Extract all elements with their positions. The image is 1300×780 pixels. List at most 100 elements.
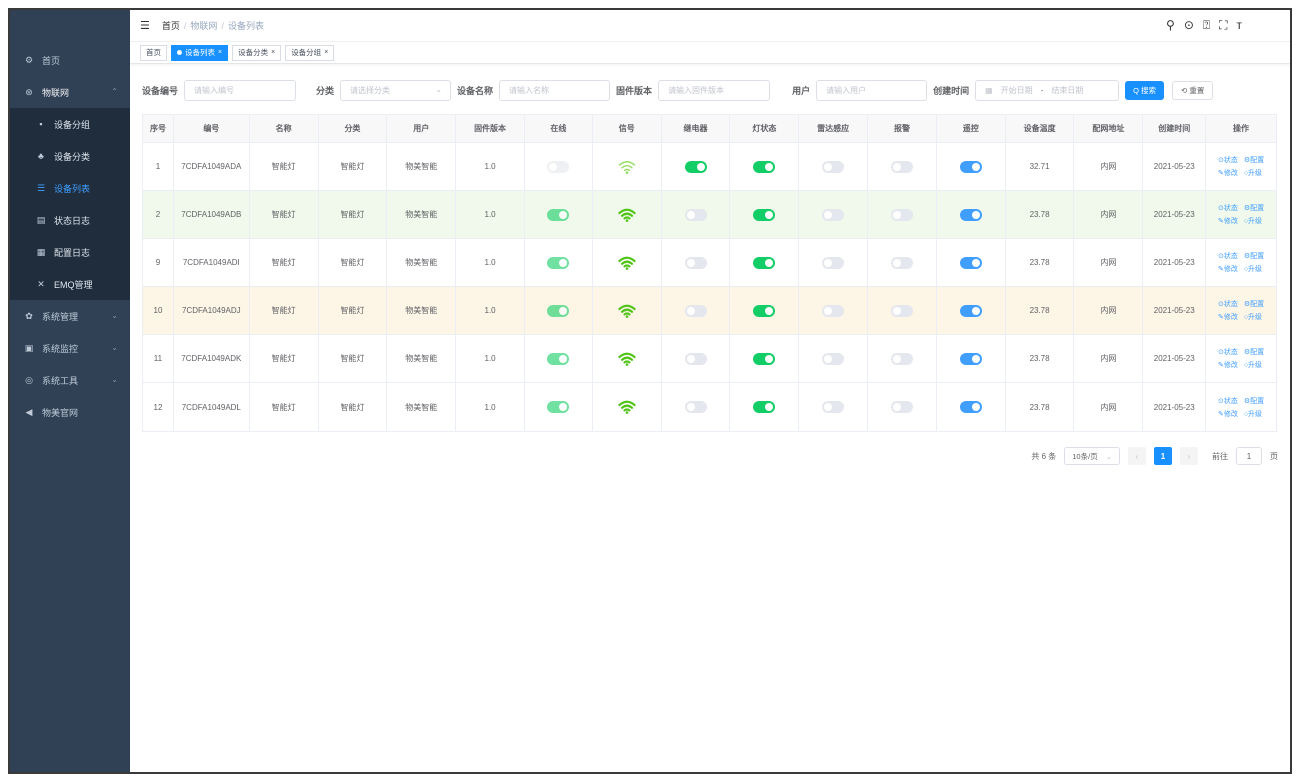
radar-switch[interactable] [822,352,845,365]
table-row[interactable]: 1 7CDFA1049ADA 智能灯 智能灯 物美智能 1.0 32.71 内网 2021-05… [143,143,1276,191]
upgrade-link[interactable]: ○升级 [1244,360,1264,370]
breadcrumb-item[interactable]: 首页 [162,19,180,32]
alarm-switch[interactable] [890,256,913,269]
online-switch[interactable] [547,160,570,173]
prev-page-button[interactable]: ‹ [1128,447,1146,465]
device-no-input[interactable]: 请输入编号 [184,79,297,101]
remote-switch[interactable] [959,256,982,269]
user-input[interactable]: 请输入用户 [816,79,928,101]
relay-switch[interactable] [684,256,707,269]
online-switch[interactable] [547,352,570,365]
status-link[interactable]: ⊙状态 [1218,155,1238,165]
name-input[interactable]: 请输入名称 [499,79,611,101]
goto-page-input[interactable]: 1 [1236,447,1262,465]
radar-switch[interactable] [822,256,845,269]
upgrade-link[interactable]: ○升级 [1244,168,1264,178]
remote-switch[interactable] [959,208,982,221]
page-size-select[interactable]: 10条/页 ⌄ [1064,447,1120,465]
table-row[interactable]: 9 7CDFA1049ADI 智能灯 智能灯 物美智能 1.0 23.78 内网 2021-05… [143,239,1276,287]
remote-switch[interactable] [959,401,982,413]
alarm-switch[interactable] [890,352,913,365]
table-row[interactable]: 12 7CDFA1049ADL 智能灯 智能灯 物美智能 1.0 23.78 内网 2021-0… [143,383,1276,431]
sidebar-item-tools[interactable]: ◎ 系统工具 ⌄ [10,364,130,396]
sidebar-item-monitor[interactable]: ▣ 系统监控 ⌄ [10,332,130,364]
help-icon[interactable]: ⍰ [1203,18,1210,33]
date-range-picker[interactable]: ▦ 开始日期 - 结束日期 [975,79,1120,101]
edit-link[interactable]: ✎修改 [1218,168,1238,178]
tag-device-list[interactable]: 设备列表 × [171,44,229,61]
sidebar-item-emq[interactable]: ✕ EMQ管理 [10,268,130,300]
hamburger-icon[interactable]: ☰ [140,19,150,32]
close-icon[interactable]: × [324,46,328,60]
sidebar-item-home[interactable]: ⚙ 首页 [10,44,130,76]
close-icon[interactable]: × [218,46,222,60]
edit-link[interactable]: ✎修改 [1218,216,1238,226]
light-switch[interactable] [753,256,776,269]
upgrade-link[interactable]: ○升级 [1244,216,1264,226]
config-link[interactable]: ⚙配置 [1244,203,1264,213]
relay-switch[interactable] [684,304,707,317]
radar-switch[interactable] [822,208,845,221]
alarm-switch[interactable] [890,208,913,221]
font-size-icon[interactable]: ᴛ [1237,18,1243,33]
reset-button[interactable]: ⟲ 重置 [1172,80,1214,100]
sidebar-item-status-log[interactable]: ▤ 状态日志 [10,204,130,236]
firmware-input[interactable]: 请输入固件版本 [658,79,771,101]
edit-link[interactable]: ✎修改 [1218,360,1238,370]
upgrade-link[interactable]: ○升级 [1244,409,1264,419]
next-page-button[interactable]: › [1180,447,1198,465]
status-link[interactable]: ⊙状态 [1218,203,1238,213]
radar-switch[interactable] [822,160,845,173]
remote-switch[interactable] [959,352,982,365]
sidebar-item-config-log[interactable]: ▦ 配置日志 [10,236,130,268]
config-link[interactable]: ⚙配置 [1244,347,1264,357]
status-link[interactable]: ⊙状态 [1218,347,1238,357]
online-switch[interactable] [547,304,570,317]
light-switch[interactable] [753,352,776,365]
alarm-switch[interactable] [890,304,913,317]
radar-switch[interactable] [822,304,845,317]
sidebar-item-device-group[interactable]: ▪ 设备分组 [10,108,130,140]
relay-switch[interactable] [684,401,707,413]
config-link[interactable]: ⚙配置 [1244,251,1264,261]
edit-link[interactable]: ✎修改 [1218,409,1238,419]
category-select[interactable]: 请选择分类 ⌄ [340,79,452,101]
relay-switch[interactable] [684,160,707,173]
config-link[interactable]: ⚙配置 [1244,299,1264,309]
remote-switch[interactable] [959,160,982,173]
upgrade-link[interactable]: ○升级 [1244,312,1264,322]
fullscreen-icon[interactable]: ⛶ [1219,18,1227,33]
sidebar-item-iot[interactable]: ⊛ 物联网 ⌃ [10,76,130,108]
tag-home[interactable]: 首页 [140,44,167,61]
table-row[interactable]: 11 7CDFA1049ADK 智能灯 智能灯 物美智能 1.0 23.78 内网 2021-0… [143,335,1276,383]
table-row[interactable]: 10 7CDFA1049ADJ 智能灯 智能灯 物美智能 1.0 23.78 内网 2021-0… [143,287,1276,335]
online-switch[interactable] [547,208,570,221]
online-switch[interactable] [547,401,570,413]
light-switch[interactable] [753,304,776,317]
sidebar-item-device-list[interactable]: ☰ 设备列表 [10,172,130,204]
remote-switch[interactable] [959,304,982,317]
search-icon[interactable]: ⚲ [1166,18,1175,33]
breadcrumb-item[interactable]: 物联网 [190,19,217,32]
config-link[interactable]: ⚙配置 [1244,396,1264,406]
online-switch[interactable] [547,256,570,269]
tag-device-group[interactable]: 设备分组 × [285,44,335,61]
edit-link[interactable]: ✎修改 [1218,312,1238,322]
radar-switch[interactable] [822,401,845,413]
alarm-switch[interactable] [890,401,913,413]
github-icon[interactable]: ⊙ [1184,18,1194,33]
sidebar-item-system[interactable]: ✿ 系统管理 ⌄ [10,300,130,332]
alarm-switch[interactable] [890,160,913,173]
light-switch[interactable] [753,160,776,173]
edit-link[interactable]: ✎修改 [1218,264,1238,274]
status-link[interactable]: ⊙状态 [1218,396,1238,406]
page-number-button[interactable]: 1 [1154,447,1172,465]
tag-device-category[interactable]: 设备分类 × [232,44,282,61]
close-icon[interactable]: × [271,46,275,60]
relay-switch[interactable] [684,352,707,365]
table-row[interactable]: 2 7CDFA1049ADB 智能灯 智能灯 物美智能 1.0 23.78 内网 2021-05… [143,191,1276,239]
status-link[interactable]: ⊙状态 [1218,299,1238,309]
sidebar-item-website[interactable]: ◀ 物美官网 [10,396,130,428]
status-link[interactable]: ⊙状态 [1218,251,1238,261]
config-link[interactable]: ⚙配置 [1244,155,1264,165]
